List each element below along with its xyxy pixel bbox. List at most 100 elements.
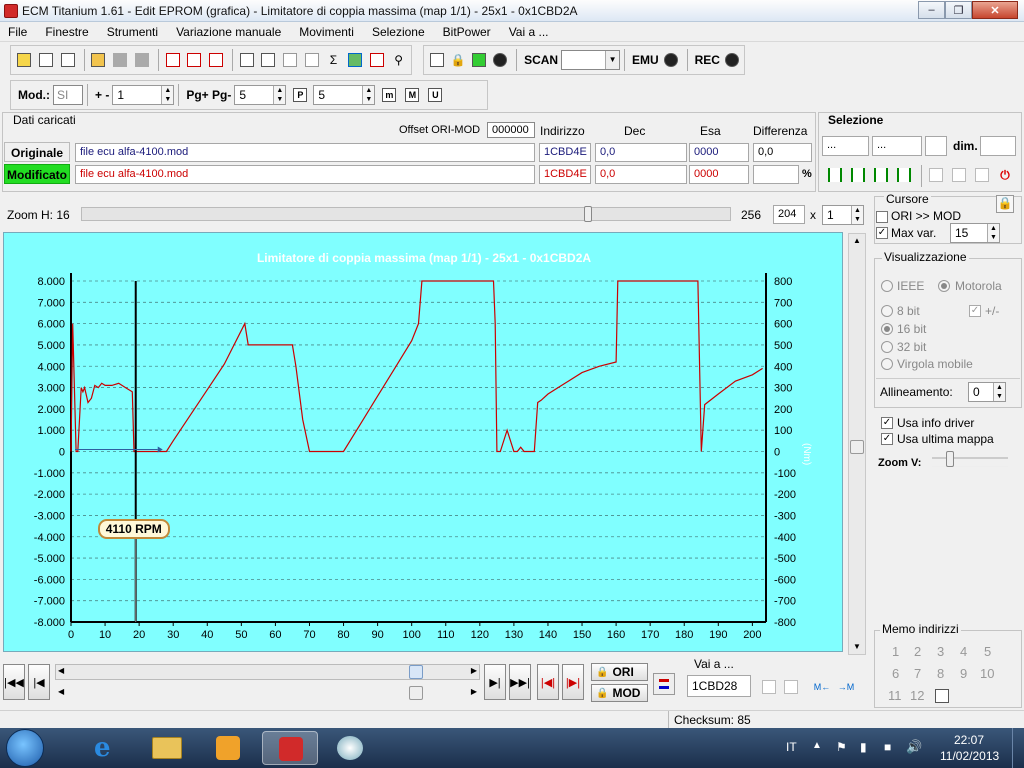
show-desktop-button[interactable] xyxy=(1012,728,1024,768)
secondary-scroll-thumb[interactable] xyxy=(409,686,423,700)
memo-slot[interactable]: 12 xyxy=(910,688,924,703)
p-button-icon[interactable]: P xyxy=(290,85,310,105)
originale-file-field[interactable]: file ecu alfa-4100.mod xyxy=(75,143,535,162)
columns-icon[interactable] xyxy=(58,50,77,70)
memo-slot[interactable]: 7 xyxy=(914,666,921,681)
menu-selezione[interactable]: Selezione xyxy=(372,25,425,39)
first-button[interactable]: |◀◀ xyxy=(3,664,25,700)
select-range-icon[interactable] xyxy=(825,165,845,185)
zoom-v-slider-thumb[interactable] xyxy=(946,451,954,467)
home-icon[interactable] xyxy=(15,50,34,70)
prev-diff-button[interactable]: |◀| xyxy=(537,664,559,700)
mod-field[interactable]: SI xyxy=(53,85,83,105)
dim-field[interactable] xyxy=(980,136,1016,156)
mod-button[interactable]: 🔒 MOD xyxy=(591,684,648,702)
memo-slot[interactable]: 9 xyxy=(960,666,967,681)
modificato-esa-field[interactable]: 0000 xyxy=(689,165,749,184)
ori-button[interactable]: 🔒 ORI xyxy=(591,663,648,681)
menu-strumenti[interactable]: Strumenti xyxy=(107,25,158,39)
memo-back-icon[interactable]: M← xyxy=(812,677,832,697)
terminal-icon[interactable] xyxy=(428,50,446,70)
menu-file[interactable]: File xyxy=(8,25,27,39)
calculator-icon[interactable] xyxy=(259,50,278,70)
compare-icon[interactable] xyxy=(185,50,204,70)
clock-time[interactable]: 22:07 xyxy=(954,733,984,747)
3d-map-icon[interactable] xyxy=(346,50,365,70)
spin-arrows-icon[interactable]: ▲ ▼ xyxy=(987,224,999,242)
explorer-folder-icon[interactable] xyxy=(140,731,196,765)
battery-icon[interactable]: ▮ xyxy=(860,740,867,754)
maximize-button[interactable]: ❐ xyxy=(945,1,972,19)
max-var-spinner[interactable]: 15 ▲ ▼ xyxy=(950,223,1000,243)
selezione-small-field[interactable] xyxy=(925,136,947,156)
memo-forward-icon[interactable]: →M xyxy=(836,677,856,697)
spin-arrows-icon[interactable]: ▲ ▼ xyxy=(993,383,1005,401)
zoom-width-field[interactable]: 204 xyxy=(773,205,805,224)
M-button-icon[interactable]: M xyxy=(402,85,422,105)
media-player-icon[interactable] xyxy=(200,731,256,765)
memo-settings-icon[interactable] xyxy=(932,686,952,706)
menu-variazione-manuale[interactable]: Variazione manuale xyxy=(176,25,281,39)
emu-dot-icon[interactable] xyxy=(662,50,680,70)
position-scroll-thumb[interactable] xyxy=(409,665,423,679)
next-diff-button[interactable]: |▶| xyxy=(562,664,584,700)
scroll-down-icon[interactable]: ▼ xyxy=(853,642,861,651)
start-button-icon[interactable] xyxy=(6,729,44,767)
zoom-h-slider-thumb[interactable] xyxy=(584,206,592,222)
scroll-left-icon[interactable]: ◀ xyxy=(58,687,64,696)
originale-diff-field[interactable]: 0,0 xyxy=(753,143,812,162)
map-chart[interactable]: 8.000 8007.000 7006.000 6005.000 5004.000 400… xyxy=(4,233,844,653)
memo-slot[interactable]: 11 xyxy=(888,688,902,703)
select-equal-icon[interactable] xyxy=(894,165,914,185)
memo-slot[interactable]: 1 xyxy=(892,644,899,659)
originale-dec-field[interactable]: 0,0 xyxy=(595,143,687,162)
scroll-left-icon[interactable]: ◀ xyxy=(58,666,64,675)
menu-bitpower[interactable]: BitPower xyxy=(443,25,491,39)
offset-field[interactable]: 000000 xyxy=(487,122,535,138)
menu-finestre[interactable]: Finestre xyxy=(45,25,88,39)
memo-slot[interactable]: 10 xyxy=(980,666,994,681)
record-dot-icon[interactable] xyxy=(491,50,509,70)
power-reset-icon[interactable]: ⏻ xyxy=(995,165,1015,185)
scroll-right-icon[interactable]: ▶ xyxy=(471,687,477,696)
spin-arrows-icon[interactable]: ▲ ▼ xyxy=(362,86,375,104)
tray-expand-icon[interactable]: ▲ xyxy=(812,740,822,751)
pg-spinner[interactable]: 5 ▲ ▼ xyxy=(234,85,287,105)
spin-arrows-icon[interactable]: ▲ ▼ xyxy=(273,86,286,104)
selezione-end-field[interactable]: ... xyxy=(872,136,922,156)
sigma-icon[interactable]: Σ xyxy=(324,50,343,70)
map-chart-area[interactable]: 8.000 800 7.000 700 6.000 600 5.000 500 4.000 400… xyxy=(3,232,843,652)
internet-explorer-icon[interactable]: e xyxy=(80,731,136,765)
vai-a-address-field[interactable]: 1CBD28 xyxy=(687,675,751,697)
select-plus-icon[interactable] xyxy=(871,165,891,185)
memo-slot[interactable]: 3 xyxy=(937,644,944,659)
U-button-icon[interactable]: U xyxy=(425,85,445,105)
next-button[interactable]: ▶| xyxy=(484,664,506,700)
binoculars-icon[interactable]: ⚲ xyxy=(389,50,408,70)
originale-esa-field[interactable]: 0000 xyxy=(689,143,749,162)
swap-icon[interactable] xyxy=(653,673,675,695)
zoom-v-slider[interactable] xyxy=(932,451,1008,467)
p-spinner[interactable]: 5 ▲ ▼ xyxy=(313,85,376,105)
memo-slot[interactable]: 6 xyxy=(892,666,899,681)
modificato-dec-field[interactable]: 0,0 xyxy=(595,165,687,184)
memo-slot[interactable]: 5 xyxy=(984,644,991,659)
plusminus-spinner[interactable]: 1 ▲ ▼ xyxy=(112,85,175,105)
reset-icon[interactable] xyxy=(207,50,226,70)
memo-slot[interactable]: 4 xyxy=(960,644,967,659)
last-button[interactable]: ▶▶| xyxy=(509,664,531,700)
scroll-up-icon[interactable]: ▲ xyxy=(853,236,861,245)
position-scrollbar[interactable]: ◀ ▶ xyxy=(55,664,480,680)
chevron-down-icon[interactable]: ▼ xyxy=(605,51,620,69)
modificato-diff-field[interactable] xyxy=(753,165,799,184)
close-button[interactable]: ✕ xyxy=(972,1,1018,19)
spin-arrows-icon[interactable]: ▲ ▼ xyxy=(851,206,863,224)
ori-mod-checkbox[interactable] xyxy=(876,211,888,223)
volume-icon[interactable]: 🔊 xyxy=(906,739,922,755)
app-icon[interactable] xyxy=(4,4,18,18)
zoom-h-slider[interactable] xyxy=(81,206,731,222)
selezione-start-field[interactable]: ... xyxy=(822,136,869,156)
graph-icon[interactable] xyxy=(368,50,387,70)
ecm-titanium-taskbar-icon[interactable] xyxy=(262,731,318,765)
lock-icon[interactable]: 🔒 xyxy=(996,195,1014,213)
